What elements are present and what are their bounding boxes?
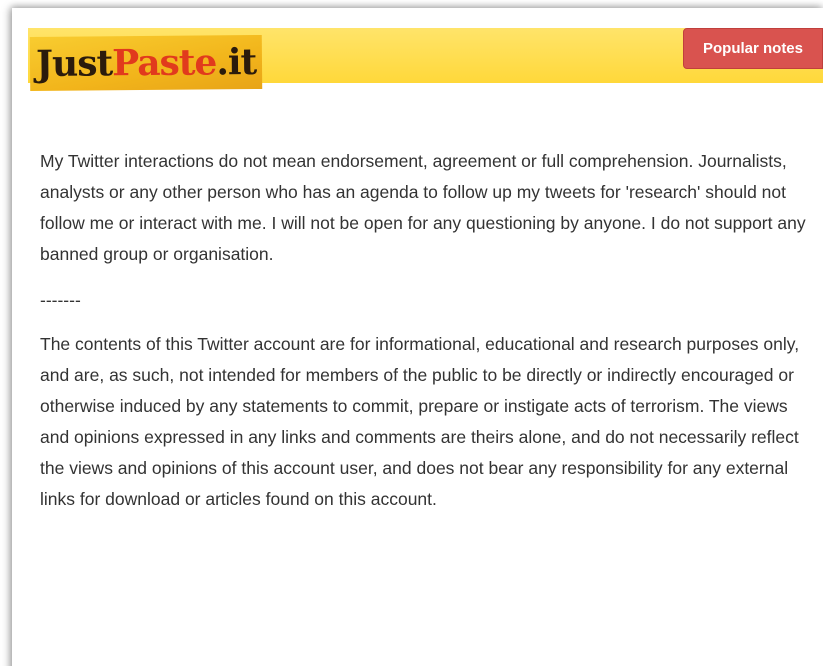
- note-paragraph-2: The contents of this Twitter account are…: [40, 334, 800, 509]
- logo-text-paste: Paste: [111, 41, 217, 85]
- popular-notes-button[interactable]: Popular notes: [683, 28, 823, 69]
- note-paragraph-1: My Twitter interactions do not mean endo…: [40, 151, 806, 264]
- page-card: Just Paste .it Popular notes My Twitter in…: [12, 8, 823, 666]
- logo-text-just: Just: [35, 42, 113, 85]
- site-header: Just Paste .it Popular notes: [28, 28, 823, 92]
- note-separator: -------: [40, 290, 81, 310]
- site-logo[interactable]: Just Paste .it: [29, 34, 263, 92]
- note-content: My Twitter interactions do not mean endo…: [40, 146, 810, 515]
- logo-text-it: .it: [216, 41, 257, 84]
